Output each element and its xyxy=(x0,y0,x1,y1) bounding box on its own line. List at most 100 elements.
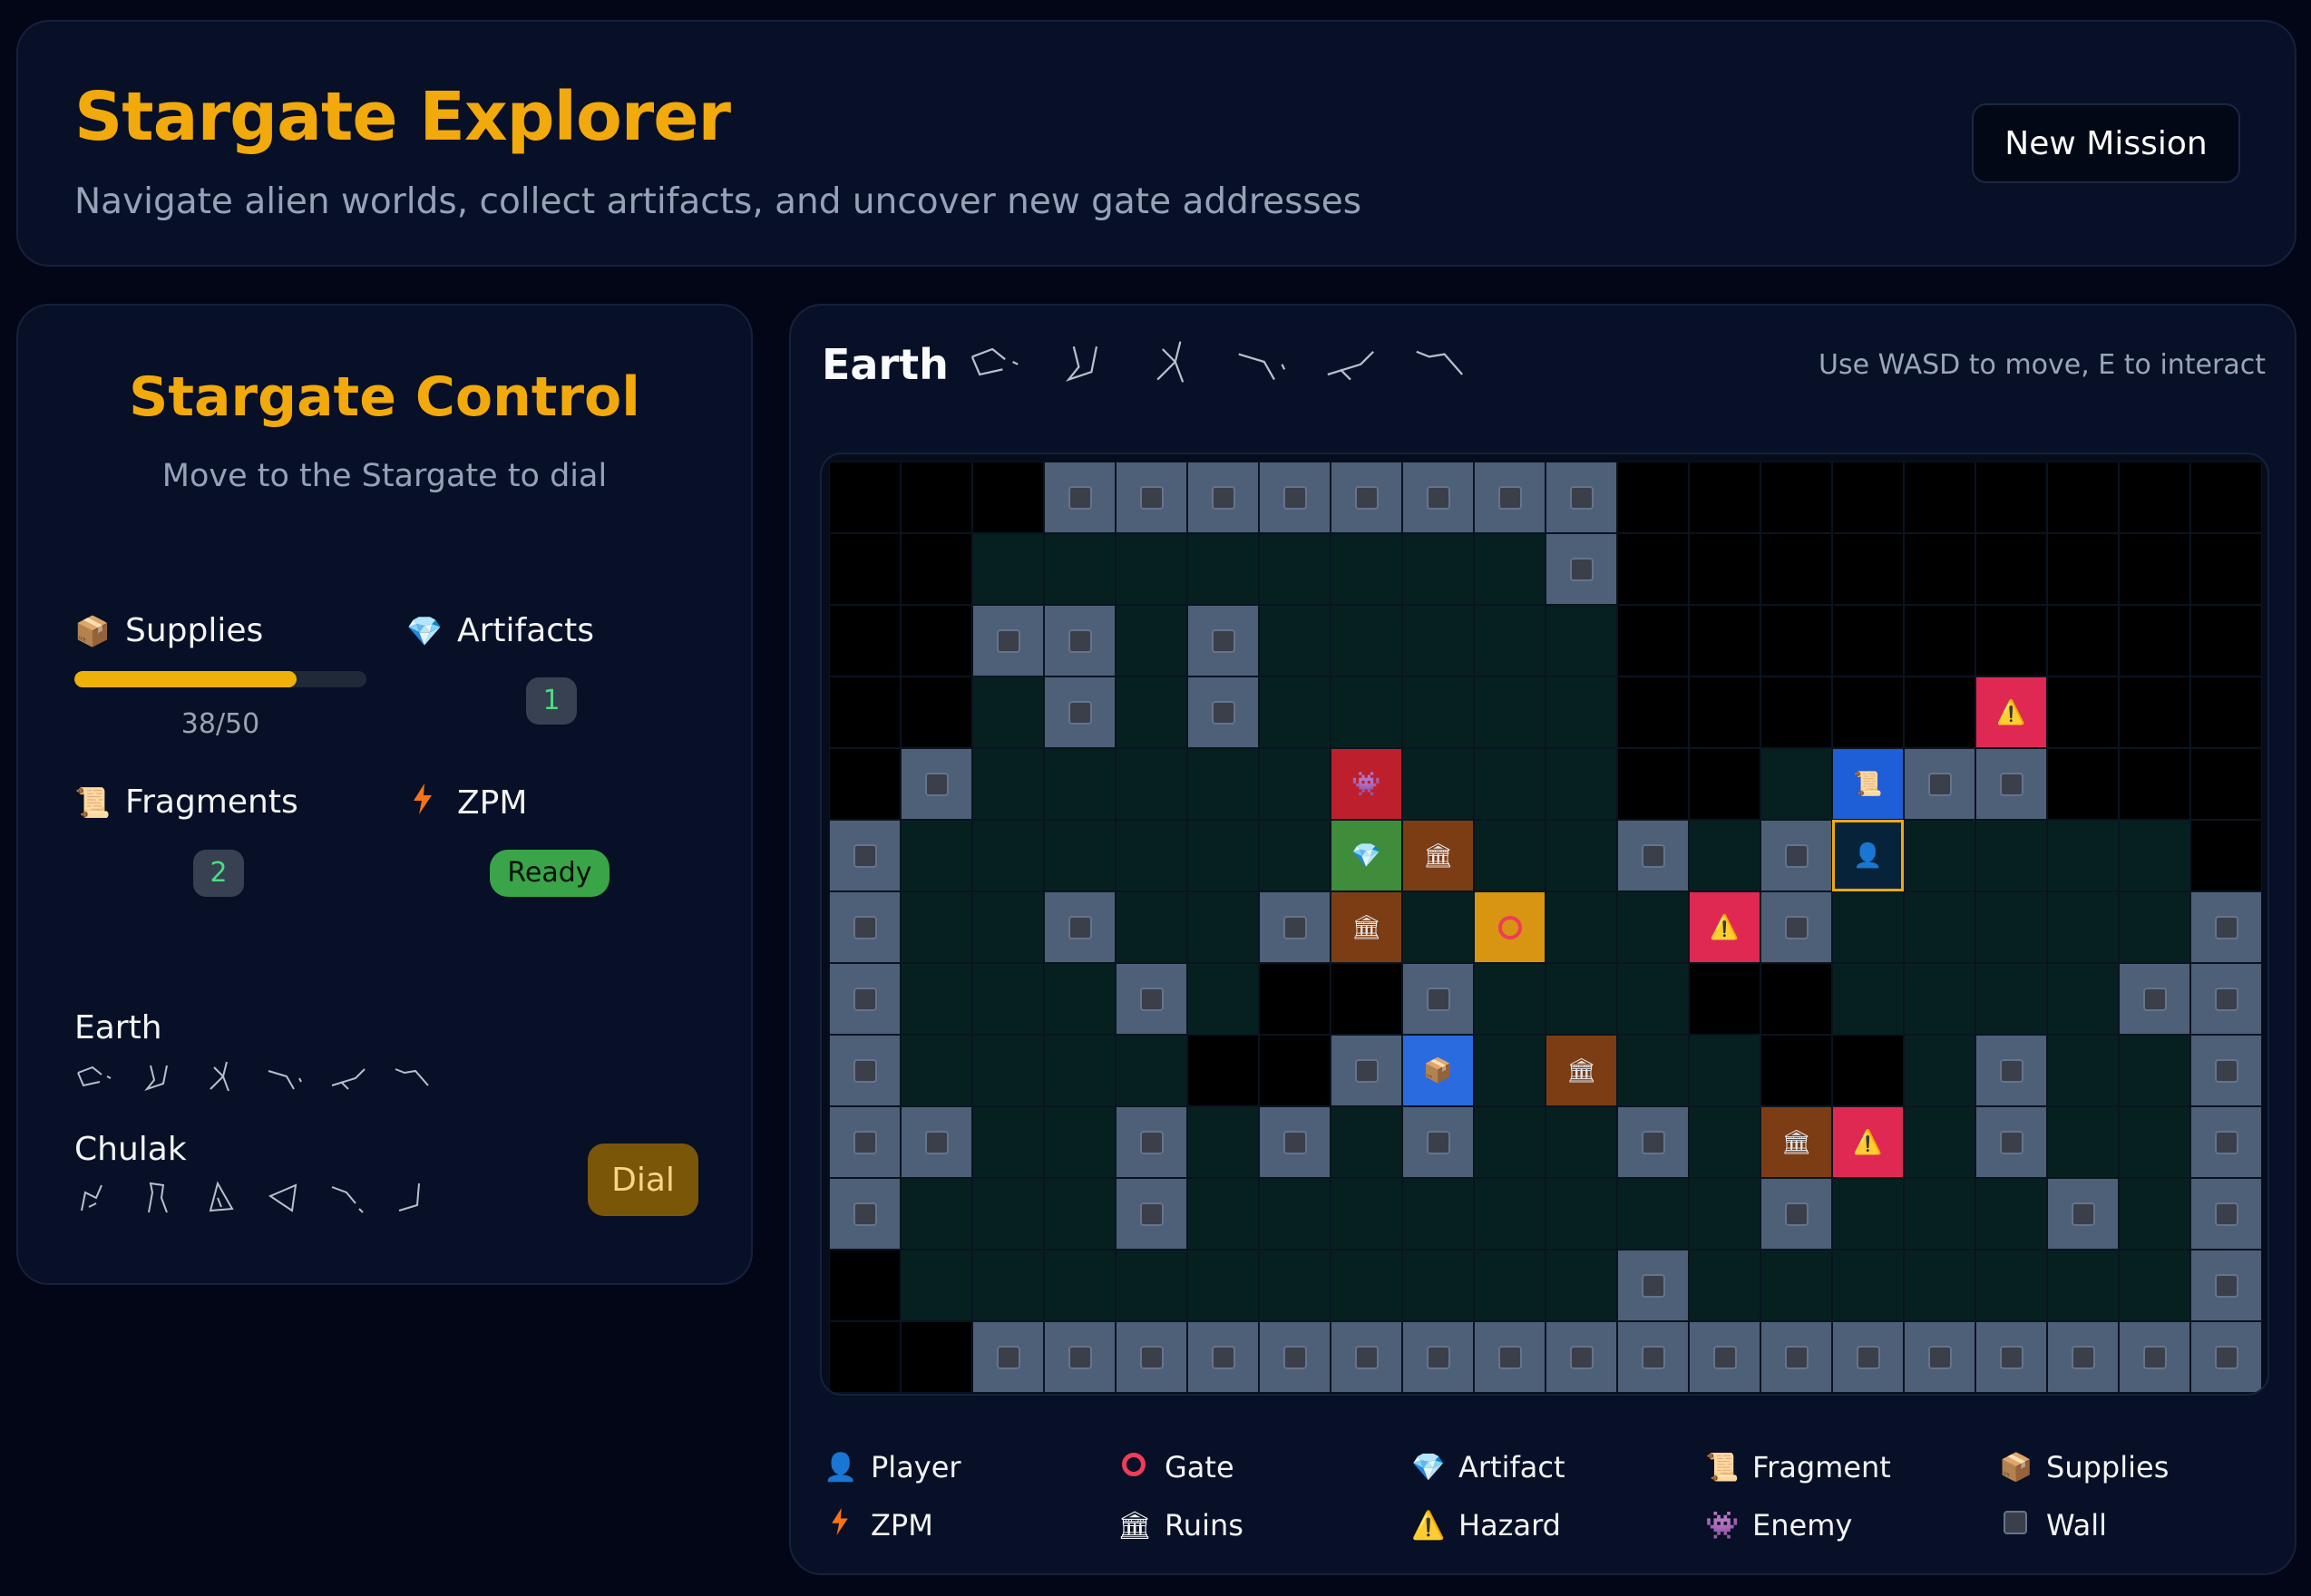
floor-cell[interactable] xyxy=(1187,1178,1259,1250)
wall-cell[interactable] xyxy=(1116,1178,1187,1250)
empty-cell[interactable] xyxy=(1259,963,1331,1035)
wall-cell[interactable] xyxy=(1044,605,1116,676)
floor-cell[interactable] xyxy=(972,1106,1044,1178)
empty-cell[interactable] xyxy=(1975,462,2047,533)
empty-cell[interactable] xyxy=(1904,605,1975,676)
ruins-cell[interactable]: 🏛 xyxy=(1760,1106,1832,1178)
wall-cell[interactable] xyxy=(1116,1321,1187,1393)
hazard-cell[interactable]: ⚠️ xyxy=(1689,891,1760,963)
wall-cell[interactable] xyxy=(2190,1106,2262,1178)
empty-cell[interactable] xyxy=(901,605,972,676)
floor-cell[interactable] xyxy=(1546,676,1617,748)
wall-cell[interactable] xyxy=(1044,1321,1116,1393)
wall-cell[interactable] xyxy=(1760,820,1832,891)
floor-cell[interactable] xyxy=(1617,891,1689,963)
wall-cell[interactable] xyxy=(1975,1106,2047,1178)
floor-cell[interactable] xyxy=(2119,820,2190,891)
floor-cell[interactable] xyxy=(1044,963,1116,1035)
floor-cell[interactable] xyxy=(1259,676,1331,748)
empty-cell[interactable] xyxy=(2190,748,2262,820)
floor-cell[interactable] xyxy=(1259,748,1331,820)
floor-cell[interactable] xyxy=(1904,820,1975,891)
wall-cell[interactable] xyxy=(1760,1321,1832,1393)
ruins-cell[interactable]: 🏛 xyxy=(1331,891,1402,963)
floor-cell[interactable] xyxy=(1116,748,1187,820)
wall-cell[interactable] xyxy=(2190,1321,2262,1393)
floor-cell[interactable] xyxy=(1044,1250,1116,1321)
empty-cell[interactable] xyxy=(2119,462,2190,533)
wall-cell[interactable] xyxy=(1617,1321,1689,1393)
floor-cell[interactable] xyxy=(972,1035,1044,1106)
empty-cell[interactable] xyxy=(1689,676,1760,748)
wall-cell[interactable] xyxy=(1187,676,1259,748)
enemy-cell[interactable]: 👾 xyxy=(1331,748,1402,820)
floor-cell[interactable] xyxy=(1546,1250,1617,1321)
empty-cell[interactable] xyxy=(829,533,901,605)
wall-cell[interactable] xyxy=(901,1106,972,1178)
floor-cell[interactable] xyxy=(1331,676,1402,748)
empty-cell[interactable] xyxy=(901,533,972,605)
empty-cell[interactable] xyxy=(1689,605,1760,676)
wall-cell[interactable] xyxy=(829,1106,901,1178)
floor-cell[interactable] xyxy=(1331,1178,1402,1250)
floor-cell[interactable] xyxy=(901,1035,972,1106)
wall-cell[interactable] xyxy=(1402,963,1474,1035)
empty-cell[interactable] xyxy=(2190,605,2262,676)
wall-cell[interactable] xyxy=(2119,963,2190,1035)
floor-cell[interactable] xyxy=(1474,1178,1546,1250)
floor-cell[interactable] xyxy=(1904,1178,1975,1250)
floor-cell[interactable] xyxy=(1546,605,1617,676)
empty-cell[interactable] xyxy=(2119,533,2190,605)
empty-cell[interactable] xyxy=(829,1321,901,1393)
floor-cell[interactable] xyxy=(1975,1250,2047,1321)
empty-cell[interactable] xyxy=(1760,963,1832,1035)
wall-cell[interactable] xyxy=(1187,605,1259,676)
floor-cell[interactable] xyxy=(1116,820,1187,891)
wall-cell[interactable] xyxy=(1617,1106,1689,1178)
wall-cell[interactable] xyxy=(1044,462,1116,533)
floor-cell[interactable] xyxy=(1546,963,1617,1035)
floor-cell[interactable] xyxy=(972,1178,1044,1250)
floor-cell[interactable] xyxy=(1617,1178,1689,1250)
wall-cell[interactable] xyxy=(972,1321,1044,1393)
floor-cell[interactable] xyxy=(1402,891,1474,963)
floor-cell[interactable] xyxy=(1689,1106,1760,1178)
empty-cell[interactable] xyxy=(1617,533,1689,605)
wall-cell[interactable] xyxy=(1116,1106,1187,1178)
floor-cell[interactable] xyxy=(901,891,972,963)
empty-cell[interactable] xyxy=(1689,748,1760,820)
floor-cell[interactable] xyxy=(2047,1106,2119,1178)
empty-cell[interactable] xyxy=(1259,1035,1331,1106)
floor-cell[interactable] xyxy=(1617,1035,1689,1106)
floor-cell[interactable] xyxy=(2119,891,2190,963)
floor-cell[interactable] xyxy=(1187,533,1259,605)
wall-cell[interactable] xyxy=(1474,462,1546,533)
floor-cell[interactable] xyxy=(1904,1106,1975,1178)
floor-cell[interactable] xyxy=(972,533,1044,605)
wall-cell[interactable] xyxy=(1975,1035,2047,1106)
floor-cell[interactable] xyxy=(1259,605,1331,676)
floor-cell[interactable] xyxy=(1187,748,1259,820)
floor-cell[interactable] xyxy=(1474,1250,1546,1321)
floor-cell[interactable] xyxy=(1331,1106,1402,1178)
wall-cell[interactable] xyxy=(1617,820,1689,891)
floor-cell[interactable] xyxy=(972,676,1044,748)
floor-cell[interactable] xyxy=(1975,1178,2047,1250)
wall-cell[interactable] xyxy=(1187,462,1259,533)
dial-button[interactable]: Dial xyxy=(588,1143,698,1216)
floor-cell[interactable] xyxy=(1402,605,1474,676)
floor-cell[interactable] xyxy=(972,1250,1044,1321)
floor-cell[interactable] xyxy=(1187,1106,1259,1178)
floor-cell[interactable] xyxy=(1331,1250,1402,1321)
empty-cell[interactable] xyxy=(1689,963,1760,1035)
wall-cell[interactable] xyxy=(2190,1250,2262,1321)
hazard-cell[interactable]: ⚠️ xyxy=(1832,1106,1904,1178)
floor-cell[interactable] xyxy=(1116,605,1187,676)
floor-cell[interactable] xyxy=(1474,1035,1546,1106)
floor-cell[interactable] xyxy=(1187,1250,1259,1321)
wall-cell[interactable] xyxy=(1402,1321,1474,1393)
floor-cell[interactable] xyxy=(1546,1106,1617,1178)
floor-cell[interactable] xyxy=(1187,891,1259,963)
wall-cell[interactable] xyxy=(1044,891,1116,963)
floor-cell[interactable] xyxy=(1832,1178,1904,1250)
